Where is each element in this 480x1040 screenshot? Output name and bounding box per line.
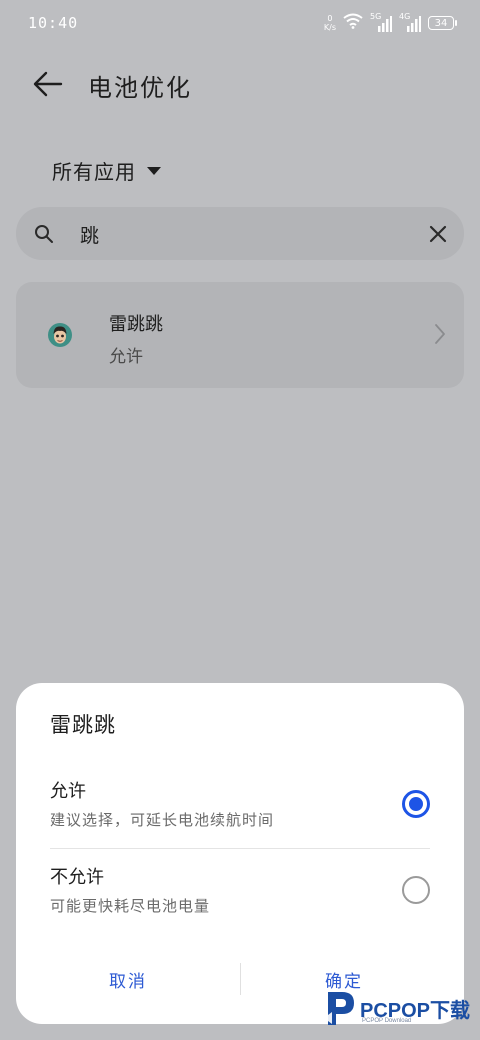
status-time: 10:40 — [28, 14, 79, 32]
search-icon — [35, 225, 53, 243]
radio-allow[interactable] — [402, 790, 430, 818]
option-allow-description: 建议选择，可延长电池续航时间 — [50, 811, 275, 829]
back-arrow-icon — [33, 71, 63, 97]
signal-bars-icon — [378, 16, 392, 32]
app-filter-label: 所有应用 — [52, 160, 136, 184]
app-name: 雷跳跳 — [109, 314, 163, 335]
network-speed: 0 K/s — [324, 14, 336, 32]
caret-down-icon — [147, 166, 161, 175]
search-bar — [16, 207, 464, 260]
divider — [50, 848, 430, 849]
network-speed-value: 0 — [327, 14, 333, 23]
app-filter-dropdown[interactable]: 所有应用 — [52, 156, 162, 185]
signal-bars-icon — [407, 16, 421, 32]
page-title: 电池优化 — [88, 74, 192, 102]
option-deny[interactable]: 不允许 可能更快耗尽电池电量 — [16, 855, 464, 935]
clear-search-button[interactable] — [426, 222, 450, 246]
app-icon — [48, 323, 72, 347]
battery-optimization-dialog: 雷跳跳 允许 建议选择，可延长电池续航时间 不允许 可能更快耗尽电池电量 取消 … — [16, 683, 464, 1024]
chevron-right-icon — [435, 324, 445, 344]
dialog-title: 雷跳跳 — [50, 713, 116, 737]
option-deny-description: 可能更快耗尽电池电量 — [50, 897, 211, 915]
watermark-logo: PCPOP下载 PCPOP Download — [322, 988, 472, 1032]
search-input[interactable] — [78, 217, 422, 252]
sim1-signal: 5G — [370, 12, 392, 32]
battery-level: 34 — [434, 17, 448, 29]
sim2-signal: 4G — [399, 12, 421, 32]
status-indicators: 0 K/s 5G 4G 34 — [324, 12, 457, 33]
close-icon — [429, 225, 447, 243]
battery-icon: 34 — [428, 16, 457, 30]
status-bar: 10:40 0 K/s 5G 4G 34 — [0, 0, 480, 48]
app-status: 允许 — [109, 347, 143, 367]
cancel-button[interactable]: 取消 — [16, 959, 240, 999]
list-item[interactable]: 雷跳跳 允许 — [16, 282, 464, 388]
network-speed-unit: K/s — [323, 23, 336, 32]
back-button[interactable] — [28, 64, 68, 104]
option-deny-title: 不允许 — [50, 867, 104, 888]
radio-deny[interactable] — [402, 876, 430, 904]
wifi-icon — [343, 13, 363, 33]
option-allow[interactable]: 允许 建议选择，可延长电池续航时间 — [16, 769, 464, 849]
option-allow-title: 允许 — [50, 781, 86, 802]
watermark-sub: PCPOP Download — [362, 1018, 412, 1024]
watermark-p-icon — [324, 992, 354, 1025]
